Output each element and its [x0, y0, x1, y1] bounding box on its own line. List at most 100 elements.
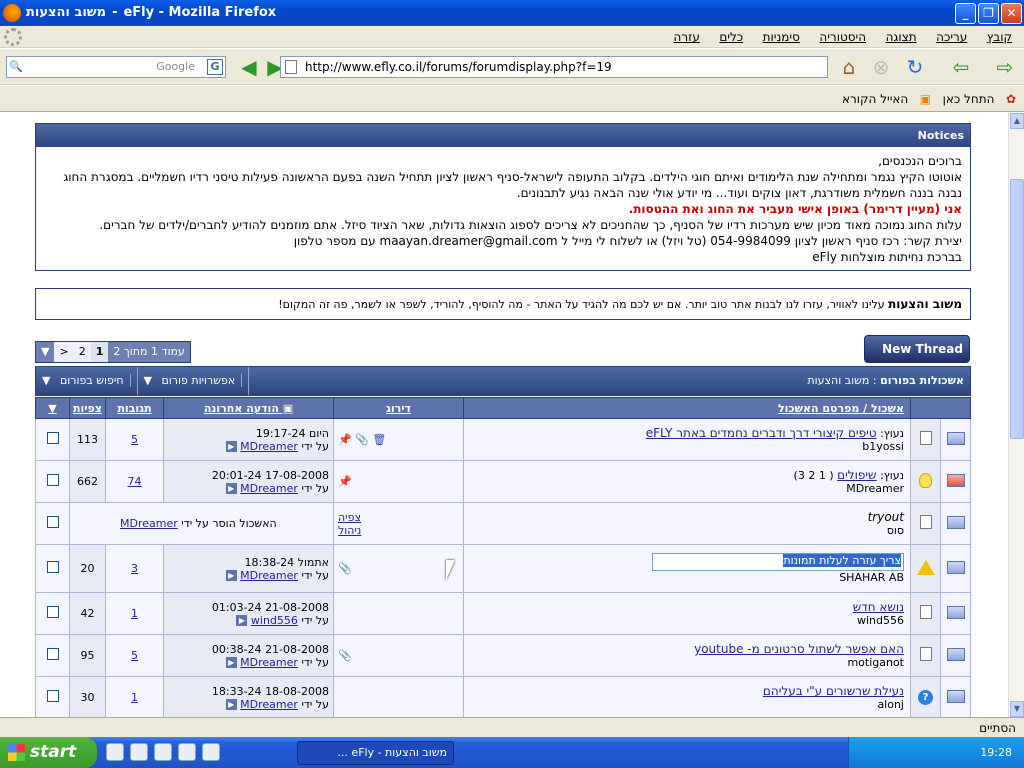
- pager-menu-icon[interactable]: ▼: [36, 342, 54, 362]
- url-bar[interactable]: http://www.efly.co.il/forums/forumdispla…: [280, 56, 828, 78]
- forum-search-menu[interactable]: ▼ חיפוש בפורום: [36, 367, 138, 395]
- col-thread[interactable]: אשכול / מפרסם האשכול: [463, 397, 911, 419]
- col-replies[interactable]: תגובות: [105, 397, 164, 419]
- menu-bookmarks[interactable]: סימניות: [755, 26, 808, 48]
- table-row: האשכול הוסר על ידי MDreamer צפיה ניהול tr…: [35, 502, 971, 545]
- scroll-up-icon[interactable]: ▲: [1010, 113, 1024, 129]
- mouse-cursor-icon: [446, 560, 455, 580]
- page-1: 1: [90, 342, 109, 362]
- col-views[interactable]: צפיות: [69, 397, 106, 419]
- last-post-arrow-icon[interactable]: ▶: [225, 441, 237, 452]
- page-2[interactable]: 2: [73, 342, 91, 362]
- minimize-button[interactable]: _: [955, 3, 976, 24]
- thread-title-link[interactable]: נושא חדש: [853, 600, 904, 614]
- thread-checkbox[interactable]: [46, 561, 59, 573]
- firefox-launch-icon[interactable]: [106, 743, 124, 761]
- thread-checkbox[interactable]: [46, 606, 59, 618]
- media-launch-icon[interactable]: [154, 743, 172, 761]
- go-icon[interactable]: ◀: [236, 55, 262, 79]
- menu-view[interactable]: תצוגה: [878, 26, 925, 48]
- warning-icon: [916, 559, 935, 575]
- thread-checkbox[interactable]: [46, 516, 59, 528]
- status-bar: הסתיים: [0, 717, 1024, 737]
- window-title: משוב והצעות - eFly - Mozilla Firefox: [26, 5, 277, 20]
- document-icon: [919, 431, 932, 445]
- menu-tools[interactable]: כלים: [711, 26, 751, 48]
- quick-launch: [106, 743, 220, 761]
- col-select[interactable]: ▼: [35, 397, 70, 419]
- envelope-icon: [946, 647, 965, 661]
- windows-flag-icon: [8, 744, 25, 761]
- app-launch-icon[interactable]: [202, 743, 220, 761]
- page-content: Notices ברוכים הנכנסים, אוטוטו הקיץ נגמר…: [0, 113, 1008, 717]
- start-button[interactable]: start: [0, 737, 97, 768]
- threads-table: ▼ צפיות תגובות הודעה אחרונה ▣ דירוג אשכו…: [35, 397, 971, 717]
- close-button[interactable]: ✕: [1001, 3, 1022, 24]
- thread-title-link[interactable]: טיפים קיצורי דרך ודברים נחמדים באתר eFLY: [646, 426, 877, 440]
- thread-title-edit-input[interactable]: צריך עזרה לעלות תמונות: [652, 553, 904, 571]
- thread-pages[interactable]: ( 1 2 3): [794, 469, 834, 482]
- envelope-icon: [946, 560, 965, 574]
- new-thread-button[interactable]: New Thread: [864, 335, 970, 363]
- question-icon: ?: [918, 690, 933, 705]
- manage-link[interactable]: ניהול: [338, 524, 459, 537]
- thread-checkbox[interactable]: [46, 474, 59, 486]
- scroll-thumb[interactable]: [1010, 179, 1024, 439]
- bookmark-haayal[interactable]: האייל הקורא: [842, 86, 908, 112]
- menu-edit[interactable]: עריכה: [928, 26, 975, 48]
- menu-help[interactable]: עזרה: [666, 26, 708, 48]
- view-link[interactable]: צפיה: [338, 511, 459, 524]
- search-input[interactable]: 🔍 Google G: [6, 56, 226, 78]
- thread-checkbox[interactable]: [46, 648, 59, 660]
- vertical-scrollbar[interactable]: ▲ ▼: [1008, 113, 1024, 717]
- envelope-icon: [946, 431, 965, 445]
- bookmark-start-here[interactable]: התחל כאן: [943, 86, 995, 112]
- thread-checkbox[interactable]: [46, 690, 59, 702]
- stop-icon[interactable]: ⊗: [868, 55, 894, 79]
- clock[interactable]: 19:28: [980, 746, 1012, 759]
- firefox-icon: [3, 4, 21, 22]
- thread-checkbox[interactable]: [46, 432, 59, 444]
- reload-icon[interactable]: ↻: [902, 55, 928, 79]
- envelope-icon: [946, 515, 965, 529]
- taskbar: start משוב והצעות - eFly ... 19:28: [0, 737, 1024, 768]
- notices-body: ברוכים הנכנסים, אוטוטו הקיץ נגמר ומתחילה…: [63, 154, 962, 264]
- document-icon: [919, 647, 932, 661]
- table-row: 113 5 היום 19:17-24 על ידי MDreamer ▶ 📌 📎…: [35, 418, 971, 461]
- pager-label: עמוד 1 מתוך 2: [113, 345, 185, 358]
- scroll-down-icon[interactable]: ▼: [1010, 701, 1024, 717]
- forum-options-menu[interactable]: ▼ אפשרויות פורום: [138, 367, 250, 395]
- home-icon[interactable]: ⌂: [836, 55, 862, 79]
- table-row: 95 5 21-08-2008 00:38-24 על ידי MDreamer …: [35, 634, 971, 677]
- lightbulb-icon: [919, 472, 932, 488]
- last-post-arrow-icon[interactable]: ▶: [225, 657, 237, 668]
- forward-icon[interactable]: ⇨: [992, 55, 1018, 79]
- table-row: 662 74 17-08-2008 20:01-24 על ידי MDreame…: [35, 460, 971, 503]
- table-row: 42 1 21-08-2008 01:03-24 על ידי wind556 ▶…: [35, 592, 971, 635]
- thread-title-link[interactable]: נעילת שרשורים ע"י בעליהם: [763, 684, 904, 698]
- envelope-icon: [946, 689, 965, 703]
- back-icon[interactable]: ⇦: [948, 55, 974, 79]
- menu-file[interactable]: קובץ: [979, 26, 1020, 48]
- ie-launch-icon[interactable]: [130, 743, 148, 761]
- taskbar-item-firefox[interactable]: משוב והצעות - eFly ...: [297, 741, 454, 765]
- search-engine-icon[interactable]: G: [207, 59, 223, 75]
- document-icon: [919, 605, 932, 619]
- thread-title-link[interactable]: האם אפשר לשתול סרטונים מ- youtube: [694, 642, 904, 656]
- menu-history[interactable]: היסטוריה: [811, 26, 874, 48]
- maximize-button[interactable]: ❐: [978, 3, 999, 24]
- last-post-arrow-icon[interactable]: ▶: [236, 615, 248, 626]
- thread-title-link[interactable]: שיפולים: [837, 468, 876, 482]
- last-post-arrow-icon[interactable]: ▶: [225, 483, 237, 494]
- bookmarks-toolbar: ✿ התחל כאן ▣ האייל הקורא: [0, 86, 1024, 112]
- page-icon: [285, 60, 297, 74]
- page-next[interactable]: >: [54, 342, 74, 362]
- forum-description-text: עלינו לאוויר, עזרו לנו לבנות אתר טוב יות…: [278, 298, 885, 311]
- col-rating[interactable]: דירוג: [333, 397, 464, 419]
- search-icon[interactable]: 🔍: [9, 57, 23, 77]
- player-launch-icon[interactable]: [178, 743, 196, 761]
- last-post-arrow-icon[interactable]: ▶: [225, 699, 237, 710]
- col-last-post[interactable]: הודעה אחרונה ▣: [163, 397, 334, 419]
- table-row: 30 1 18-08-2008 18:33-24 על ידי MDreamer …: [35, 676, 971, 717]
- last-post-arrow-icon[interactable]: ▶: [225, 570, 237, 581]
